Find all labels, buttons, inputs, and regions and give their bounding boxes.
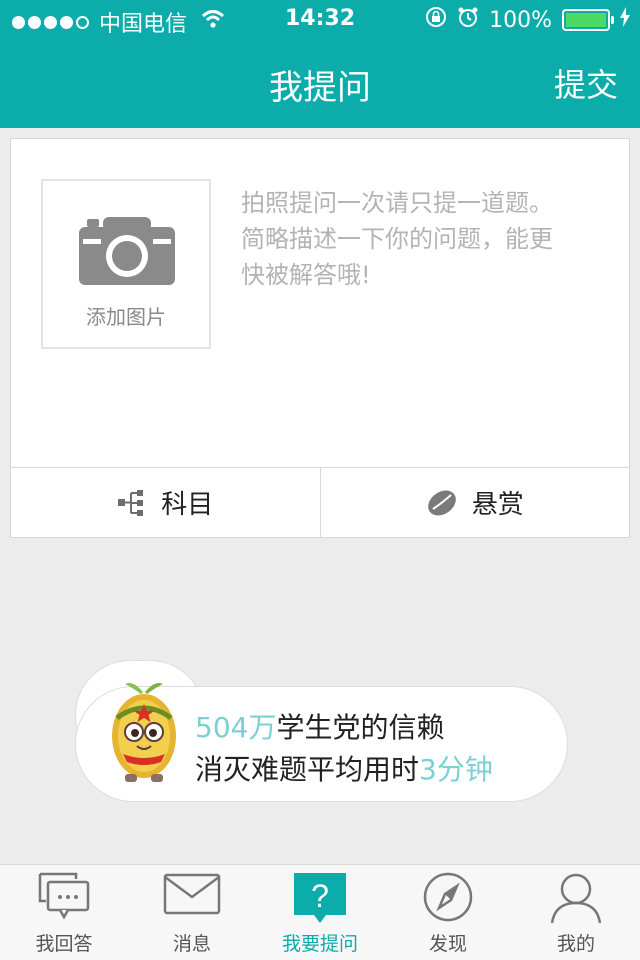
- rotation-lock-icon: [425, 6, 447, 34]
- promo-banner: 504万学生党的信赖 消灭难题平均用时3分钟: [75, 660, 568, 805]
- tab-my-answers[interactable]: 我回答: [0, 865, 128, 960]
- person-icon: [549, 871, 603, 929]
- battery-percent: 100%: [489, 7, 552, 33]
- add-image-label: 添加图片: [86, 305, 166, 329]
- promo-avg-time: 3分钟: [419, 753, 493, 786]
- promo-line-2: 消灭难题平均用时3分钟: [195, 748, 493, 788]
- promo-line-1-text: 学生党的信赖: [276, 711, 445, 744]
- question-compose-card: 添加图片 科目 悬赏: [10, 138, 630, 538]
- question-mark-icon: ?: [293, 871, 347, 927]
- promo-line-2-text: 消灭难题平均用时: [195, 753, 420, 786]
- tab-ask-question[interactable]: ? 我要提问: [256, 865, 384, 960]
- battery-icon: [562, 9, 614, 31]
- add-image-button[interactable]: 添加图片: [41, 179, 211, 349]
- tab-discover[interactable]: 发现: [384, 865, 512, 960]
- subject-tree-icon: [118, 489, 144, 516]
- tab-label: 我要提问: [281, 933, 358, 955]
- status-bar-right: 100%: [425, 6, 630, 34]
- question-input[interactable]: [241, 185, 571, 335]
- tab-me[interactable]: 我的: [512, 865, 640, 960]
- tab-label: 发现: [428, 933, 467, 955]
- nav-bar: 我提问 提交: [0, 40, 640, 128]
- svg-text:?: ?: [311, 878, 329, 914]
- compass-icon: [422, 871, 474, 927]
- submit-button[interactable]: 提交: [554, 60, 618, 106]
- mascot-icon: [103, 678, 185, 792]
- charging-icon: [620, 7, 630, 33]
- reward-bean-icon: [427, 490, 456, 515]
- promo-user-count: 504万: [195, 711, 277, 744]
- question-options: 科目 悬赏: [11, 467, 629, 537]
- alarm-icon: [457, 6, 479, 34]
- status-bar: 中国电信 14:32 100%: [0, 0, 640, 40]
- reward-label: 悬赏: [471, 490, 524, 520]
- camera-icon: [79, 215, 175, 291]
- promo-line-1: 504万学生党的信赖: [195, 706, 444, 746]
- subject-label: 科目: [161, 490, 214, 520]
- chat-bubbles-icon: [36, 871, 92, 927]
- reward-button[interactable]: 悬赏: [319, 468, 630, 537]
- tab-bar: 我回答 消息 ? 我要提问 发现 我的: [0, 864, 640, 960]
- tab-label: 我回答: [35, 933, 93, 955]
- subject-button[interactable]: 科目: [11, 468, 320, 537]
- tab-label: 消息: [172, 933, 211, 955]
- tab-label: 我的: [556, 933, 595, 955]
- page-title: 我提问: [269, 68, 371, 108]
- tab-messages[interactable]: 消息: [128, 865, 256, 960]
- envelope-icon: [163, 871, 221, 919]
